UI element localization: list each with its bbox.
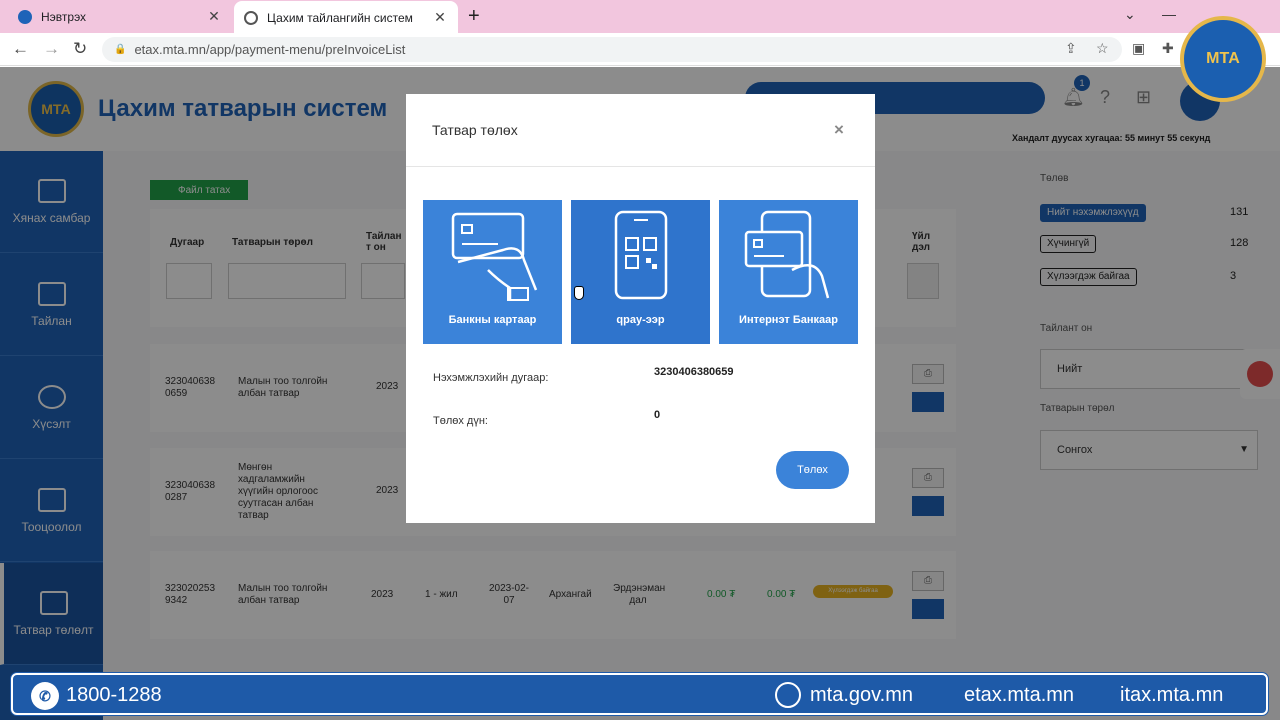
pay-by-qpay-button[interactable]: qpay-ээр [571, 200, 710, 344]
internet-bank-icon [744, 210, 830, 299]
star-icon[interactable]: ☆ [1096, 40, 1109, 57]
browser-tabbar: Нэвтрэх ✕ Цахим тайлангийн систем ✕ + ⌄ … [0, 0, 1280, 34]
amount-value: 0 [654, 409, 661, 421]
pay-submit-button[interactable]: Төлөх [776, 451, 849, 489]
close-tab-icon[interactable]: ✕ [432, 9, 448, 26]
site-link[interactable]: mta.gov.mn [810, 684, 913, 707]
url-input[interactable]: 🔒 etax.mta.mn/app/payment-menu/preInvoic… [102, 37, 1122, 62]
lock-icon: 🔒 [114, 44, 127, 55]
modal-title: Татвар төлөх [432, 122, 518, 138]
forward-icon[interactable]: → [43, 39, 60, 59]
reload-icon[interactable]: ↻ [73, 39, 87, 59]
browser-tab-active[interactable]: Цахим тайлангийн систем ✕ [234, 1, 458, 34]
mta-logo: МТА [1180, 16, 1266, 102]
divider [406, 166, 875, 167]
globe-icon [775, 682, 801, 708]
globe-icon [244, 10, 258, 25]
logo-text: МТА [1206, 50, 1240, 67]
pay-by-bank-card-button[interactable]: Банкны картаар [423, 200, 562, 344]
phone-number: 1800-1288 [66, 684, 162, 706]
amount-label: Төлөх дүн: [433, 415, 488, 427]
browser-addressbar: ← → ↻ 🔒 etax.mta.mn/app/payment-menu/pre… [0, 33, 1280, 66]
minimize-icon[interactable]: — [1162, 6, 1176, 22]
pay-by-internet-bank-button[interactable]: Интернэт Банкаар [719, 200, 858, 344]
pay-tax-modal: Татвар төлөх × Банкны картаар qpay-ээр И… [406, 94, 875, 523]
site-link[interactable]: itax.mta.mn [1120, 684, 1223, 707]
share-icon[interactable]: ⇪ [1065, 40, 1077, 57]
site-link[interactable]: etax.mta.mn [964, 684, 1074, 707]
profile-icon[interactable]: ▣ [1132, 40, 1145, 57]
tab-label: Нэвтрэх [41, 9, 87, 24]
close-icon[interactable]: × [834, 120, 844, 140]
cursor-icon [574, 286, 584, 300]
close-tab-icon[interactable]: ✕ [206, 8, 222, 25]
site-icon [18, 9, 32, 24]
url-text: etax.mta.mn/app/payment-menu/preInvoiceL… [134, 42, 406, 57]
invoice-value: 3230406380659 [654, 366, 734, 378]
browser-tab-login[interactable]: Нэвтрэх ✕ [8, 0, 232, 33]
extensions-icon[interactable]: ✚ [1162, 40, 1174, 57]
qr-phone-icon [614, 210, 668, 300]
new-tab-button[interactable]: + [468, 5, 480, 28]
tile-label: Интернэт Банкаар [739, 314, 838, 326]
back-icon[interactable]: ← [12, 39, 29, 59]
invoice-label: Нэхэмжлэхийн дугаар: [433, 372, 549, 384]
chevron-down-icon[interactable]: ⌄ [1124, 6, 1136, 23]
tile-label: Банкны картаар [448, 314, 537, 326]
tab-label: Цахим тайлангийн систем [267, 10, 413, 25]
contact-banner: ✆ 1800-1288 mta.gov.mn etax.mta.mn itax.… [11, 673, 1268, 715]
bank-card-icon [451, 212, 538, 301]
tile-label: qpay-ээр [616, 314, 665, 326]
phone-icon: ✆ [31, 682, 59, 710]
